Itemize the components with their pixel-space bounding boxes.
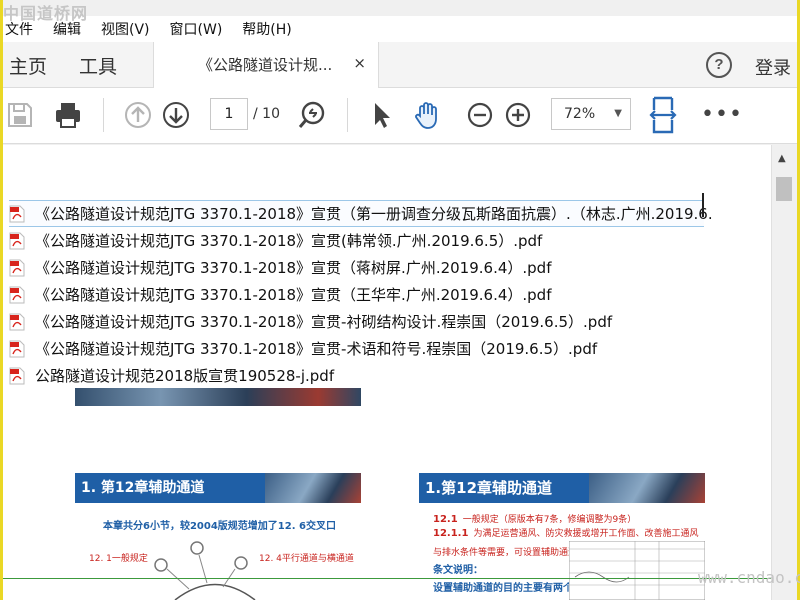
slide-thumbnail-left: 1. 第12章辅助通道 本章共分6小节，较2004版规范增加了12. 6交叉口 … [75, 473, 361, 600]
page-down-icon[interactable] [161, 100, 191, 130]
file-item[interactable]: 《公路隧道设计规范JTG 3370.1-2018》宣贯（蒋树屏.广州.2019.… [9, 254, 709, 281]
tab-home[interactable]: 主页 [9, 52, 47, 79]
pdf-file-icon [9, 286, 25, 303]
file-name: 公路隧道设计规范2018版宣贯190528-j.pdf [35, 367, 335, 385]
slide-table-figure [569, 541, 705, 600]
menu-window[interactable]: 窗口(W) [170, 19, 223, 39]
zoom-select[interactable]: 72% ▼ [551, 98, 631, 130]
zoom-out-icon[interactable] [465, 100, 495, 130]
zoom-value: 72% [564, 106, 596, 122]
pdf-file-icon [9, 259, 25, 276]
pdf-file-icon [9, 340, 25, 357]
slide-header-image [589, 473, 705, 503]
watermark-top: 中国道桥网 [3, 4, 89, 23]
file-name: 《公路隧道设计规范JTG 3370.1-2018》宣贯（王华牢.广州.2019.… [35, 286, 552, 304]
file-item[interactable]: 公路隧道设计规范2018版宣贯190528-j.pdf [9, 362, 709, 389]
slide-title: 1.第12章辅助通道 [419, 473, 589, 503]
file-name: 《公路隧道设计规范JTG 3370.1-2018》宣贯-衬砌结构设计.程崇国（2… [35, 313, 613, 331]
text-cursor [702, 193, 704, 217]
menu-help[interactable]: 帮助(H) [242, 19, 291, 39]
login-button[interactable]: 登录 [755, 54, 791, 80]
print-icon[interactable] [53, 100, 83, 130]
slide-subtitle: 本章共分6小节，较2004版规范增加了12. 6交叉口 [103, 521, 336, 532]
tab-document-title: 《公路隧道设计规... [198, 56, 333, 74]
slide-thumbnail-right: 1.第12章辅助通道 12.1 一般规定（原版本有7条，修编调整为9条） 12.… [419, 473, 705, 600]
hand-tool-icon[interactable] [413, 100, 443, 130]
file-item[interactable]: 《公路隧道设计规范JTG 3370.1-2018》宣贯（第一册调查分级瓦斯路面抗… [9, 193, 713, 227]
file-list: 《公路隧道设计规范JTG 3370.1-2018》宣贯（第一册调查分级瓦斯路面抗… [9, 193, 713, 389]
file-name: 《公路隧道设计规范JTG 3370.1-2018》宣贯-术语和符号.程崇国（20… [35, 340, 598, 358]
toolbar-divider [103, 98, 104, 132]
tab-tools[interactable]: 工具 [79, 52, 117, 79]
help-button[interactable]: ? [706, 52, 732, 78]
file-item[interactable]: 《公路隧道设计规范JTG 3370.1-2018》宣贯（王华牢.广州.2019.… [9, 281, 709, 308]
scroll-up-icon[interactable]: ▲ [778, 153, 786, 164]
pdf-file-icon [9, 232, 25, 249]
chevron-down-icon: ▼ [614, 108, 622, 119]
file-item[interactable]: 《公路隧道设计规范JTG 3370.1-2018》宣贯-衬砌结构设计.程崇国（2… [9, 308, 709, 335]
pdf-file-icon [9, 205, 25, 222]
select-cursor-icon[interactable] [367, 100, 397, 130]
zoom-page-icon[interactable] [297, 100, 327, 130]
page-number-input[interactable]: 1 [210, 98, 248, 130]
fit-width-icon[interactable] [648, 96, 678, 134]
bottom-divider [3, 578, 771, 579]
slide-banner-image [75, 388, 361, 406]
slide-title: 1. 第12章辅助通道 [75, 473, 265, 503]
close-icon[interactable]: × [353, 54, 366, 72]
file-name: 《公路隧道设计规范JTG 3370.1-2018》宣贯（蒋树屏.广州.2019.… [35, 259, 552, 277]
toolbar-divider [347, 98, 348, 132]
file-item[interactable]: 《公路隧道设计规范JTG 3370.1-2018》宣贯-术语和符号.程崇国（20… [9, 335, 709, 362]
pdf-file-icon [9, 313, 25, 330]
page-total: / 10 [253, 106, 280, 122]
slide-line-2-num: 12.1.1 [433, 528, 469, 539]
menu-bar: 文件 编辑 视图(V) 窗口(W) 帮助(H) [3, 16, 797, 42]
vertical-scrollbar[interactable]: ▲ [771, 145, 797, 600]
slide-note-text: 设置辅助通道的目的主要有两个： [433, 583, 583, 594]
more-icon[interactable]: ••• [701, 102, 743, 127]
slide-header-image [265, 473, 361, 503]
toolbar: 1 / 10 72% ▼ ••• [3, 88, 797, 144]
slide-item-left: 12. 1一般规定 [89, 554, 148, 564]
tab-bar: 主页 工具 《公路隧道设计规... × ? 登录 [3, 42, 797, 88]
scroll-thumb[interactable] [776, 177, 792, 201]
watermark-bottom: www.cndao.com [698, 568, 800, 587]
tab-document[interactable]: 《公路隧道设计规... × [153, 42, 379, 88]
file-item[interactable]: 《公路隧道设计规范JTG 3370.1-2018》宣贯(韩常领.广州.2019.… [9, 227, 709, 254]
slide-note-title: 条文说明： [433, 565, 483, 576]
file-name: 《公路隧道设计规范JTG 3370.1-2018》宣贯(韩常领.广州.2019.… [35, 232, 543, 250]
file-name: 《公路隧道设计规范JTG 3370.1-2018》宣贯（第一册调查分级瓦斯路面抗… [35, 205, 713, 223]
pdf-file-icon [9, 367, 25, 384]
save-icon[interactable] [5, 100, 35, 130]
menu-view[interactable]: 视图(V) [101, 19, 150, 39]
document-view[interactable]: 1. 第12章辅助通道 本章共分6小节，较2004版规范增加了12. 6交叉口 … [3, 145, 771, 600]
page-up-icon[interactable] [123, 100, 153, 130]
slide-diagram [154, 541, 256, 600]
zoom-in-icon[interactable] [503, 100, 533, 130]
